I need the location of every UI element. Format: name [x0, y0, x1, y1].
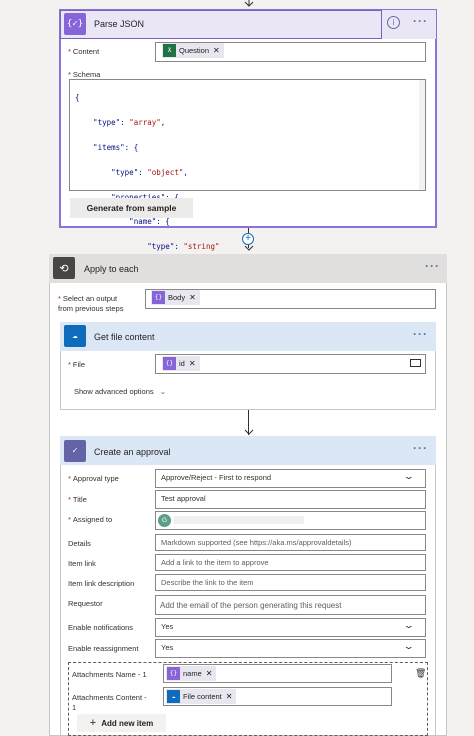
- onedrive-token-icon: ☁: [167, 690, 180, 703]
- assignee-avatar: G: [158, 514, 171, 527]
- apply-to-each-title[interactable]: Apply to each: [84, 264, 139, 274]
- get-file-more-icon[interactable]: ···: [413, 327, 428, 341]
- item-link-placeholder: Add a link to the item to approve: [161, 558, 269, 567]
- remove-token-icon[interactable]: ✕: [189, 293, 196, 302]
- file-content-token-label: File content: [183, 692, 222, 701]
- file-label: * File: [68, 360, 86, 369]
- loop-icon: ⟲: [53, 257, 75, 279]
- onedrive-icon: ☁: [64, 325, 86, 347]
- details-label: Details: [68, 539, 91, 548]
- id-token[interactable]: {} id ✕: [162, 356, 200, 371]
- folder-picker-icon[interactable]: [410, 359, 421, 367]
- item-link-description-placeholder: Describe the link to the item: [161, 578, 254, 587]
- show-advanced-options-label: Show advanced options: [74, 387, 154, 396]
- chevron-down-icon[interactable]: ⌄: [403, 620, 415, 631]
- approval-type-value: Approve/Reject - First to respond: [161, 473, 272, 482]
- parse-json-token-icon: {}: [152, 291, 165, 304]
- select-output-label-line2: from previous steps: [58, 304, 124, 313]
- select-output-label-line1: * Select an output: [58, 294, 118, 303]
- file-content-token[interactable]: ☁ File content ✕: [166, 689, 237, 704]
- parse-json-token-icon: {}: [163, 357, 176, 370]
- attachments-content-label: Attachments Content - 1: [72, 693, 147, 713]
- title-value: Test approval: [161, 494, 206, 503]
- enable-notifications-select[interactable]: [155, 618, 426, 637]
- content-label: * Content: [68, 47, 100, 56]
- enable-reassignment-select[interactable]: [155, 639, 426, 658]
- enable-reassignment-label: Enable reassignment: [68, 644, 139, 653]
- generate-from-sample-button[interactable]: Generate from sample: [70, 198, 193, 218]
- body-token-label: Body: [168, 293, 186, 302]
- add-new-item-button[interactable]: + Add new item: [77, 714, 166, 732]
- attachments-name-label: Attachments Name - 1: [72, 670, 147, 679]
- remove-token-icon[interactable]: ✕: [206, 669, 213, 678]
- name-token-label: name: [183, 669, 202, 678]
- schema-scrollbar[interactable]: [419, 80, 425, 190]
- top-connector-arrow: [243, 0, 255, 8]
- id-token-label: id: [179, 359, 185, 368]
- parse-json-more-icon[interactable]: ···: [413, 14, 428, 28]
- item-link-description-label: Item link description: [68, 579, 135, 588]
- requestor-label: Requestor: [68, 599, 103, 608]
- plus-icon: +: [89, 717, 97, 729]
- parse-json-icon: {✓}: [64, 13, 86, 35]
- name-token[interactable]: {} name ✕: [166, 666, 217, 681]
- chevron-down-icon[interactable]: ⌄: [403, 641, 415, 652]
- content-token[interactable]: X Question ✕: [162, 43, 224, 58]
- remove-token-icon[interactable]: ✕: [189, 359, 196, 368]
- enable-reassignment-value: Yes: [161, 643, 174, 652]
- code-line: "name": {: [75, 217, 170, 227]
- approval-more-icon[interactable]: ···: [413, 441, 428, 455]
- get-file-title[interactable]: Get file content: [94, 332, 155, 342]
- parse-json-title[interactable]: Parse JSON: [94, 19, 144, 29]
- apply-to-each-more-icon[interactable]: ···: [425, 259, 440, 273]
- title-label: * Title: [68, 495, 87, 504]
- connector-arrow: [243, 428, 255, 436]
- excel-icon: X: [163, 44, 176, 57]
- assigned-to-label: * Assigned to: [68, 515, 113, 524]
- code-line: "type": "string": [75, 242, 220, 252]
- add-new-item-label: Add new item: [101, 718, 154, 728]
- requestor-placeholder: Add the email of the person generating t…: [160, 601, 342, 610]
- parse-json-token-icon: {}: [167, 667, 180, 680]
- chevron-down-icon: ⌄: [159, 387, 167, 396]
- schema-label: * Schema: [68, 70, 101, 79]
- show-advanced-options-link[interactable]: Show advanced options ⌄: [74, 387, 166, 396]
- attachments-delete-icon[interactable]: 🗑: [415, 668, 426, 678]
- details-placeholder: Markdown supported (see https://aka.ms/a…: [161, 538, 352, 547]
- item-link-label: Item link: [68, 559, 96, 568]
- attachments-content-label-line2: 1: [72, 703, 77, 712]
- code-line: {: [75, 93, 80, 103]
- remove-token-icon[interactable]: ✕: [226, 692, 233, 701]
- info-icon[interactable]: i: [387, 16, 400, 29]
- content-token-label: Question: [179, 46, 210, 55]
- assignee-redacted-bar: [174, 516, 304, 524]
- code-line: "type": "object",: [75, 167, 188, 177]
- body-token[interactable]: {} Body ✕: [151, 290, 200, 305]
- approval-type-label: * Approval type: [68, 474, 119, 483]
- select-output-label: * Select an output from previous steps: [58, 294, 123, 314]
- connector-arrow: [243, 244, 255, 252]
- chevron-down-icon[interactable]: ⌄: [403, 471, 415, 482]
- schema-gutter: [70, 80, 74, 190]
- attachments-content-label-line1: Attachments Content -: [72, 693, 147, 702]
- code-line: "type": "array",: [75, 118, 166, 128]
- enable-notifications-value: Yes: [161, 622, 174, 631]
- approval-icon: ✓: [64, 440, 86, 462]
- remove-token-icon[interactable]: ✕: [213, 46, 220, 55]
- enable-notifications-label: Enable notifications: [68, 623, 134, 632]
- approval-title[interactable]: Create an approval: [94, 447, 171, 457]
- code-line: "items": {: [75, 143, 139, 153]
